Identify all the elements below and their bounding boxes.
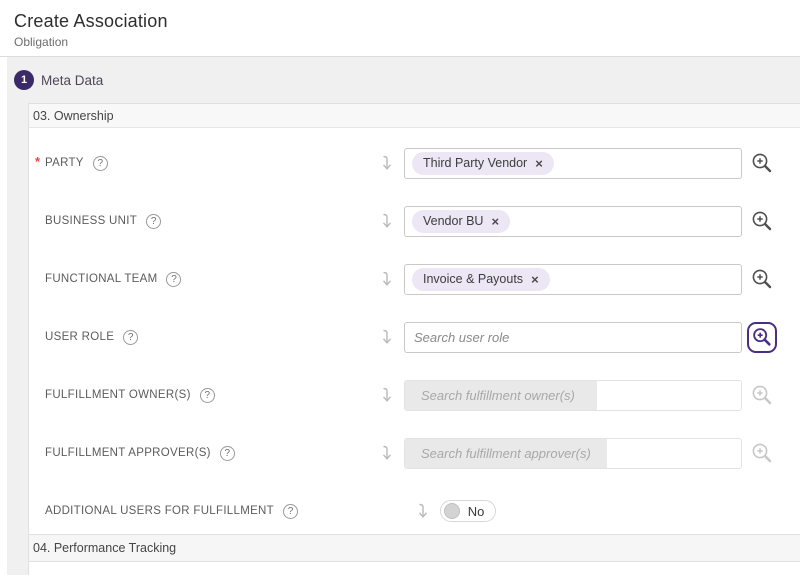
field-row-functional-team: FUNCTIONAL TEAM ? Invoice & Payouts × — [29, 250, 800, 308]
inherit-down-arrow-icon — [381, 387, 393, 403]
zoom-search-icon — [751, 326, 773, 348]
fulfillment-owners-label: FULFILLMENT OWNER(S) — [45, 389, 191, 401]
fulfillment-owners-search-input — [405, 381, 597, 410]
business-unit-input[interactable]: Vendor BU × — [404, 206, 742, 237]
help-glyph: ? — [151, 216, 157, 227]
chip-text: Vendor BU — [423, 214, 483, 228]
fulfillment-owners-input-box — [404, 380, 742, 411]
section-header-performance-tracking[interactable]: 04. Performance Tracking — [29, 534, 800, 562]
fulfillment-approvers-label: FULFILLMENT APPROVER(S) — [45, 447, 211, 459]
party-label-cell: * PARTY ? — [45, 156, 108, 171]
party-input[interactable]: Third Party Vendor × — [404, 148, 742, 179]
inherit-down-arrow-icon — [381, 445, 393, 461]
section-title: 04. Performance Tracking — [33, 541, 176, 555]
business-unit-label-cell: BUSINESS UNIT ? — [45, 214, 161, 229]
chip-close-icon[interactable]: × — [535, 157, 543, 170]
help-glyph: ? — [128, 332, 134, 343]
zoom-search-icon[interactable] — [750, 209, 774, 233]
field-row-fulfillment-owners: FULFILLMENT OWNER(S) ? — [29, 366, 800, 424]
additional-users-toggle[interactable]: No — [440, 500, 496, 522]
inherit-down-arrow-icon — [381, 155, 393, 171]
inherit-down-arrow-icon — [417, 503, 429, 519]
help-icon[interactable]: ? — [166, 272, 181, 287]
functional-team-input[interactable]: Invoice & Payouts × — [404, 264, 742, 295]
party-chip: Third Party Vendor × — [412, 152, 554, 175]
business-unit-label: BUSINESS UNIT — [45, 215, 137, 227]
help-icon[interactable]: ? — [283, 504, 298, 519]
step-label: Meta Data — [41, 73, 103, 88]
additional-users-label-cell: ADDITIONAL USERS FOR FULFILLMENT ? — [45, 504, 298, 519]
page-subtitle: Obligation — [14, 35, 786, 49]
inherit-down-arrow-icon — [381, 213, 393, 229]
zoom-search-button-active[interactable] — [747, 322, 777, 353]
help-glyph: ? — [98, 158, 104, 169]
additional-users-label: ADDITIONAL USERS FOR FULFILLMENT — [45, 505, 274, 517]
help-icon[interactable]: ? — [220, 446, 235, 461]
field-row-additional-users: ADDITIONAL USERS FOR FULFILLMENT ? No — [29, 482, 800, 540]
page-header: Create Association Obligation — [0, 0, 800, 57]
section-title: 03. Ownership — [33, 109, 114, 123]
user-role-input-box — [404, 322, 742, 353]
next-section-area — [29, 562, 800, 569]
help-icon[interactable]: ? — [146, 214, 161, 229]
chip-close-icon[interactable]: × — [531, 273, 539, 286]
zoom-search-icon-disabled — [750, 383, 774, 407]
help-icon[interactable]: ? — [93, 156, 108, 171]
fulfillment-approvers-label-cell: FULFILLMENT APPROVER(S) ? — [45, 446, 235, 461]
toggle-knob — [444, 503, 460, 519]
chip-close-icon[interactable]: × — [491, 215, 499, 228]
fulfillment-approvers-input-box — [404, 438, 742, 469]
field-row-user-role: USER ROLE ? — [29, 308, 800, 366]
party-label: PARTY — [45, 157, 84, 169]
help-icon[interactable]: ? — [200, 388, 215, 403]
zoom-search-icon-disabled — [750, 441, 774, 465]
field-row-party: * PARTY ? Third Party Vendor × — [29, 134, 800, 192]
functional-team-label: FUNCTIONAL TEAM — [45, 273, 157, 285]
zoom-search-icon[interactable] — [750, 267, 774, 291]
field-row-fulfillment-approvers: FULFILLMENT APPROVER(S) ? — [29, 424, 800, 482]
page-title: Create Association — [14, 11, 786, 32]
stepper-meta-data[interactable]: 1 Meta Data — [7, 57, 800, 103]
user-role-label-cell: USER ROLE ? — [45, 330, 138, 345]
user-role-search-input[interactable] — [409, 323, 737, 352]
field-row-business-unit: BUSINESS UNIT ? Vendor BU × — [29, 192, 800, 250]
step-number-badge: 1 — [14, 70, 34, 90]
ownership-form: * PARTY ? Third Party Vendor × — [29, 128, 800, 534]
meta-data-panel: 03. Ownership * PARTY ? Third Party Vend… — [28, 103, 800, 575]
help-glyph: ? — [225, 448, 231, 459]
required-asterisk: * — [35, 154, 45, 169]
help-glyph: ? — [288, 506, 294, 517]
fulfillment-owners-label-cell: FULFILLMENT OWNER(S) ? — [45, 388, 215, 403]
page-body: 1 Meta Data 03. Ownership * PARTY ? Thir… — [7, 57, 800, 575]
toggle-value: No — [460, 504, 492, 519]
zoom-search-icon[interactable] — [750, 151, 774, 175]
chip-text: Invoice & Payouts — [423, 272, 523, 286]
fulfillment-approvers-search-input — [405, 439, 607, 468]
functional-team-chip: Invoice & Payouts × — [412, 268, 550, 291]
section-header-ownership[interactable]: 03. Ownership — [29, 104, 800, 128]
help-icon[interactable]: ? — [123, 330, 138, 345]
chip-text: Third Party Vendor — [423, 156, 527, 170]
inherit-down-arrow-icon — [381, 271, 393, 287]
inherit-down-arrow-icon — [381, 329, 393, 345]
user-role-label: USER ROLE — [45, 331, 114, 343]
functional-team-label-cell: FUNCTIONAL TEAM ? — [45, 272, 181, 287]
help-glyph: ? — [171, 274, 177, 285]
help-glyph: ? — [204, 390, 210, 401]
business-unit-chip: Vendor BU × — [412, 210, 510, 233]
